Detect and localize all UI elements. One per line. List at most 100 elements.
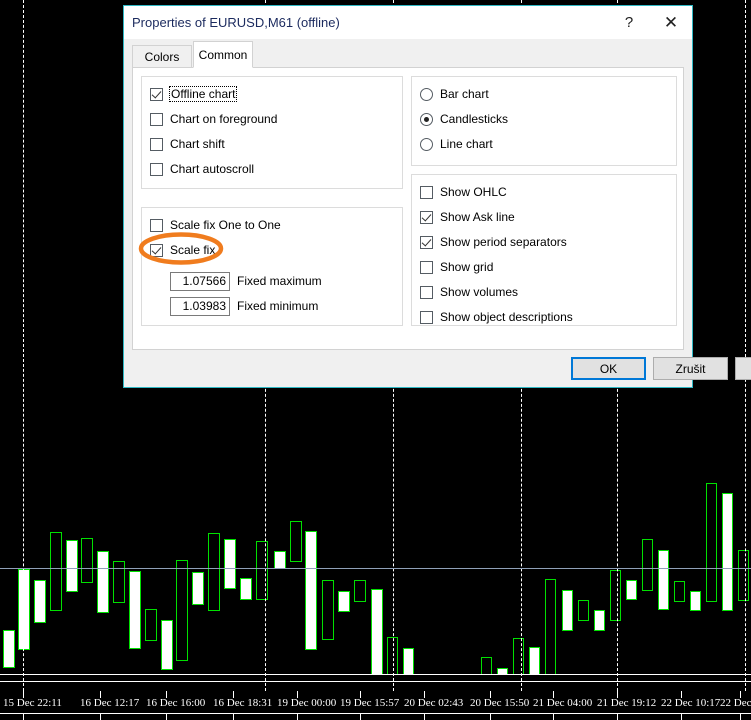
time-axis-tick-bottom: [553, 713, 554, 720]
time-axis-tick-bottom: [681, 713, 682, 720]
checkbox-icon[interactable]: [420, 235, 433, 249]
checkbox-icon[interactable]: [150, 137, 163, 151]
time-axis-label: 22 Dec 16: [720, 697, 751, 709]
cancel-button[interactable]: Zrušit: [653, 357, 728, 380]
candle: [274, 551, 286, 569]
checkbox-icon[interactable]: [150, 218, 163, 232]
option-label: Chart on foreground: [170, 112, 278, 126]
input-fixed-minimum[interactable]: 1.03983: [170, 297, 230, 316]
candle: [513, 638, 524, 675]
candle: [18, 569, 30, 650]
period-separator: [745, 0, 746, 691]
radio-candlesticks[interactable]: Candlesticks: [420, 110, 508, 128]
ok-button[interactable]: OK: [571, 357, 646, 380]
checkbox-show-ask-line[interactable]: Show Ask line: [420, 208, 515, 226]
checkbox-show-object-descriptions[interactable]: Show object descriptions: [420, 308, 573, 326]
ask-line: [0, 568, 751, 569]
candle: [481, 657, 492, 675]
time-axis-label: 21 Dec 04:00: [533, 697, 593, 709]
checkbox-icon[interactable]: [420, 185, 433, 199]
time-axis-tick-bottom: [100, 713, 101, 720]
candle: [545, 579, 556, 675]
candle: [192, 572, 204, 605]
checkbox-icon[interactable]: [150, 243, 163, 257]
time-axis-tick-bottom: [233, 713, 234, 720]
option-label: Show Ask line: [440, 210, 515, 224]
time-axis-tick-bottom: [740, 713, 741, 720]
group-chart-type: Bar chart Candlesticks Line chart: [411, 76, 677, 166]
option-label: Scale fix One to One: [170, 218, 281, 232]
radio-icon[interactable]: [420, 112, 433, 126]
radio-icon[interactable]: [420, 87, 433, 101]
chart-bottom-border-2: [0, 681, 751, 682]
checkbox-chart-shift[interactable]: Chart shift: [150, 135, 225, 153]
reset-button[interactable]: Reset: [735, 357, 751, 380]
candle: [738, 550, 749, 601]
time-axis-rule: [0, 713, 751, 714]
checkbox-chart-autoscroll[interactable]: Chart autoscroll: [150, 160, 254, 178]
radio-line-chart[interactable]: Line chart: [420, 135, 493, 153]
candle: [3, 630, 15, 668]
candle: [305, 531, 317, 650]
help-icon[interactable]: ?: [608, 6, 650, 39]
option-label: Offline chart: [168, 86, 238, 102]
candle: [403, 648, 414, 675]
candle: [224, 539, 236, 589]
option-label: Chart autoscroll: [170, 162, 255, 176]
candle: [66, 540, 78, 592]
time-axis[interactable]: 15 Dec 22:11 16 Dec 12:17 16 Dec 16:00 16 D…: [0, 691, 751, 720]
checkbox-icon[interactable]: [420, 210, 433, 224]
option-label: Show OHLC: [440, 185, 507, 199]
checkbox-show-grid[interactable]: Show grid: [420, 258, 493, 276]
checkbox-show-volumes[interactable]: Show volumes: [420, 283, 518, 301]
tab-strip[interactable]: Colors Common: [124, 39, 692, 68]
candle: [674, 581, 685, 602]
tab-colors[interactable]: Colors: [132, 45, 192, 68]
candle: [256, 541, 268, 600]
group-scale: Scale fix One to One Scale fix 1.07566 Fix…: [141, 207, 403, 326]
checkbox-show-ohlc[interactable]: Show OHLC: [420, 183, 507, 201]
time-axis-label: 21 Dec 19:12: [597, 697, 657, 709]
radio-icon[interactable]: [420, 137, 433, 151]
time-axis-tick-bottom: [424, 713, 425, 720]
candle: [578, 600, 589, 621]
dialog-title: Properties of EURUSD,M61 (offline): [132, 15, 340, 30]
checkbox-icon[interactable]: [420, 310, 433, 324]
checkbox-scale-fix-one-to-one[interactable]: Scale fix One to One: [150, 216, 281, 234]
option-label: Show grid: [440, 260, 494, 274]
candle: [610, 570, 621, 621]
checkbox-chart-on-foreground[interactable]: Chart on foreground: [150, 110, 277, 128]
time-axis-label: 19 Dec 15:57: [340, 697, 400, 709]
candle: [338, 591, 350, 612]
input-fixed-maximum[interactable]: 1.07566: [170, 272, 230, 291]
time-axis-tick-bottom: [23, 713, 24, 720]
dialog-titlebar[interactable]: Properties of EURUSD,M61 (offline) ? ✕: [124, 6, 692, 40]
label-fixed-minimum: Fixed minimum: [237, 299, 319, 313]
candle: [240, 578, 252, 600]
checkbox-show-period-separators[interactable]: Show period separators: [420, 233, 567, 251]
time-axis-label: 15 Dec 22:11: [3, 697, 62, 709]
candle: [722, 493, 733, 611]
checkbox-icon[interactable]: [420, 260, 433, 274]
checkbox-icon[interactable]: [420, 285, 433, 299]
checkbox-scale-fix[interactable]: Scale fix: [150, 241, 215, 259]
candle: [50, 532, 62, 611]
tab-panel-common: Offline chart Chart on foreground Chart sh…: [132, 67, 684, 350]
checkbox-offline-chart[interactable]: Offline chart: [150, 85, 238, 103]
candle: [97, 551, 109, 613]
candle: [145, 609, 157, 641]
label-fixed-maximum: Fixed maximum: [237, 274, 322, 288]
candle: [129, 571, 141, 649]
properties-dialog[interactable]: Properties of EURUSD,M61 (offline) ? ✕ C…: [123, 5, 751, 388]
time-axis-label: 20 Dec 15:50: [470, 697, 530, 709]
time-axis-label: 16 Dec 16:00: [146, 697, 206, 709]
chart-bottom-border-1: [0, 674, 751, 675]
checkbox-icon[interactable]: [150, 112, 163, 126]
tab-common[interactable]: Common: [193, 41, 253, 68]
close-icon[interactable]: ✕: [650, 6, 692, 39]
checkbox-icon[interactable]: [150, 87, 163, 101]
option-label: Chart shift: [170, 137, 225, 151]
radio-bar-chart[interactable]: Bar chart: [420, 85, 489, 103]
checkbox-icon[interactable]: [150, 162, 163, 176]
candle: [690, 591, 701, 611]
